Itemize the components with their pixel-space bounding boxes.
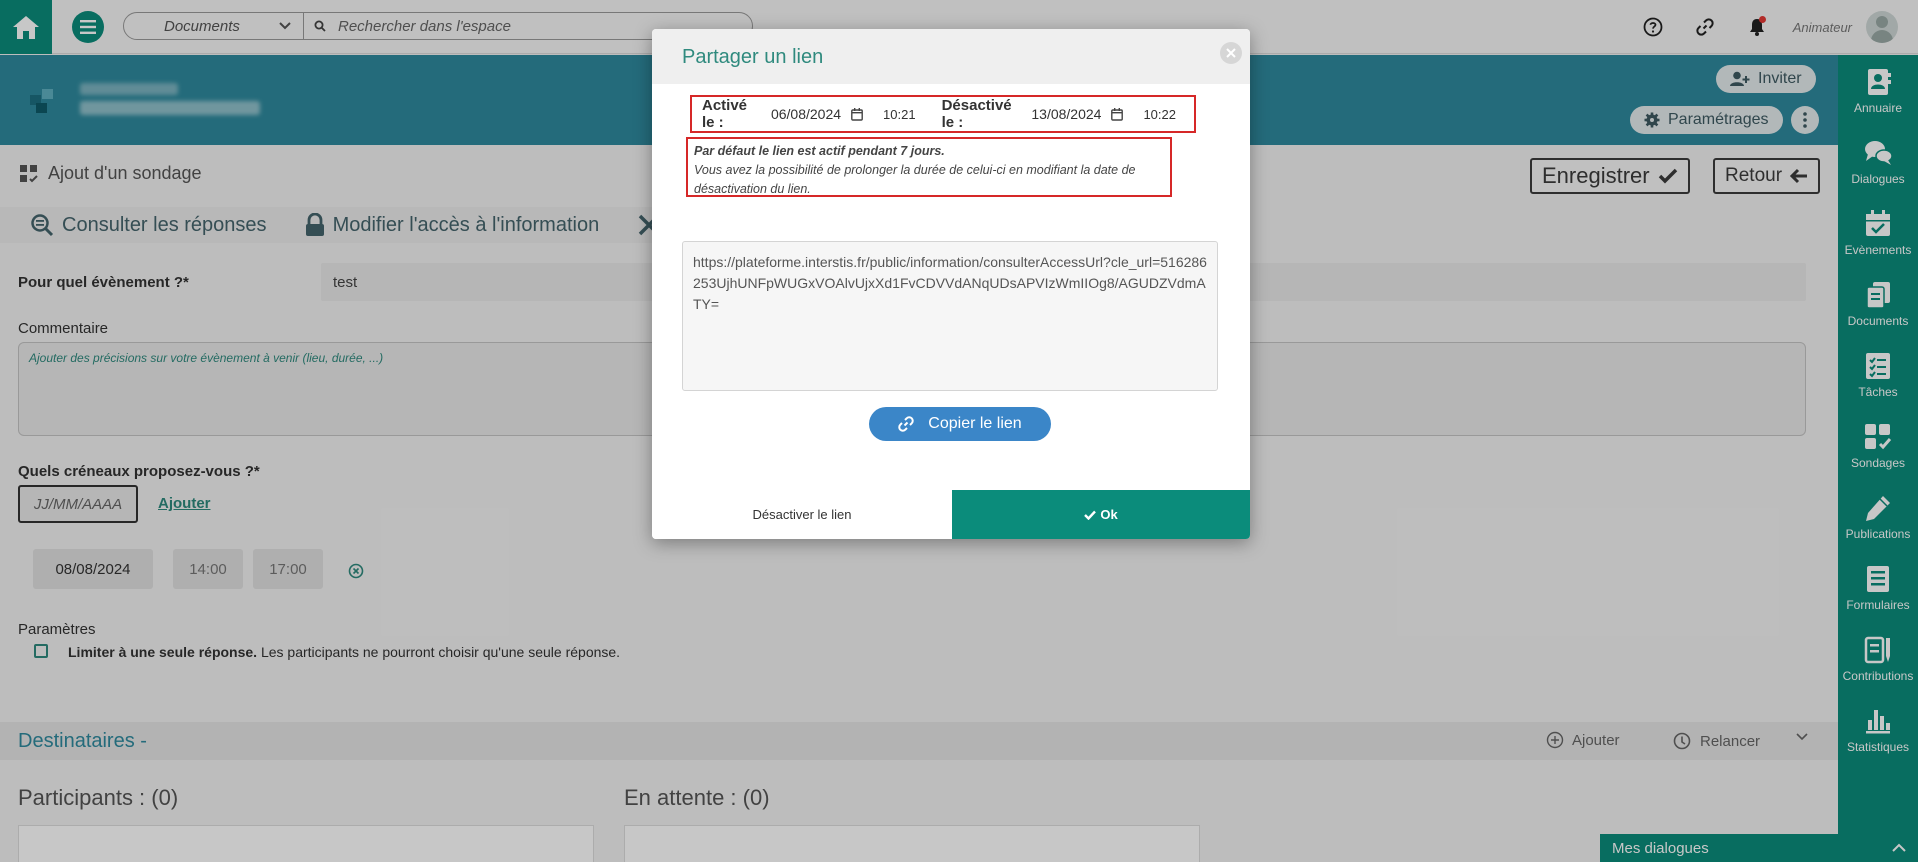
activated-label: Activé le : bbox=[702, 97, 748, 131]
link-dates-row: Activé le : 06/08/2024 10:21 Désactivé l… bbox=[690, 95, 1196, 133]
ok-label: Ok bbox=[1100, 507, 1118, 522]
info-bold-text: Par défaut le lien est actif pendant 7 j… bbox=[694, 144, 945, 158]
ok-button[interactable]: Ok bbox=[952, 490, 1250, 539]
copy-link-button[interactable]: Copier le lien bbox=[869, 407, 1051, 441]
modal-title: Partager un lien bbox=[682, 46, 824, 68]
calendar-icon bbox=[851, 107, 863, 121]
activated-date-value: 06/08/2024 bbox=[770, 106, 842, 122]
link-duration-info: Par défaut le lien est actif pendant 7 j… bbox=[686, 137, 1172, 197]
deactivated-date-field[interactable]: 13/08/2024 bbox=[1031, 106, 1124, 122]
deactivate-link-label: Désactiver le lien bbox=[752, 507, 852, 522]
activated-time-value[interactable]: 10:21 bbox=[883, 107, 916, 122]
close-icon bbox=[1226, 48, 1236, 58]
modal-close-button[interactable] bbox=[1220, 42, 1242, 64]
info-text: Vous avez la possibilité de prolonger la… bbox=[694, 163, 1136, 196]
modal-footer: Désactiver le lien Ok bbox=[652, 490, 1250, 539]
deactivate-link-button[interactable]: Désactiver le lien bbox=[652, 490, 952, 539]
link-icon bbox=[898, 416, 915, 432]
share-url-textarea[interactable]: https://plateforme.interstis.fr/public/i… bbox=[682, 241, 1218, 391]
deactivated-time-value[interactable]: 10:22 bbox=[1143, 107, 1176, 122]
activated-date-field[interactable]: 06/08/2024 bbox=[771, 106, 863, 122]
share-url-value: https://plateforme.interstis.fr/public/i… bbox=[693, 254, 1207, 312]
check-icon bbox=[1084, 510, 1097, 520]
deactivated-date-value: 13/08/2024 bbox=[1031, 106, 1102, 122]
calendar-icon bbox=[1111, 107, 1124, 121]
copy-link-label: Copier le lien bbox=[928, 415, 1022, 432]
share-link-modal: Partager un lien Activé le : 06/08/2024 … bbox=[652, 29, 1250, 539]
deactivated-label: Désactivé le : bbox=[941, 97, 1012, 131]
modal-header: Partager un lien bbox=[652, 29, 1250, 84]
